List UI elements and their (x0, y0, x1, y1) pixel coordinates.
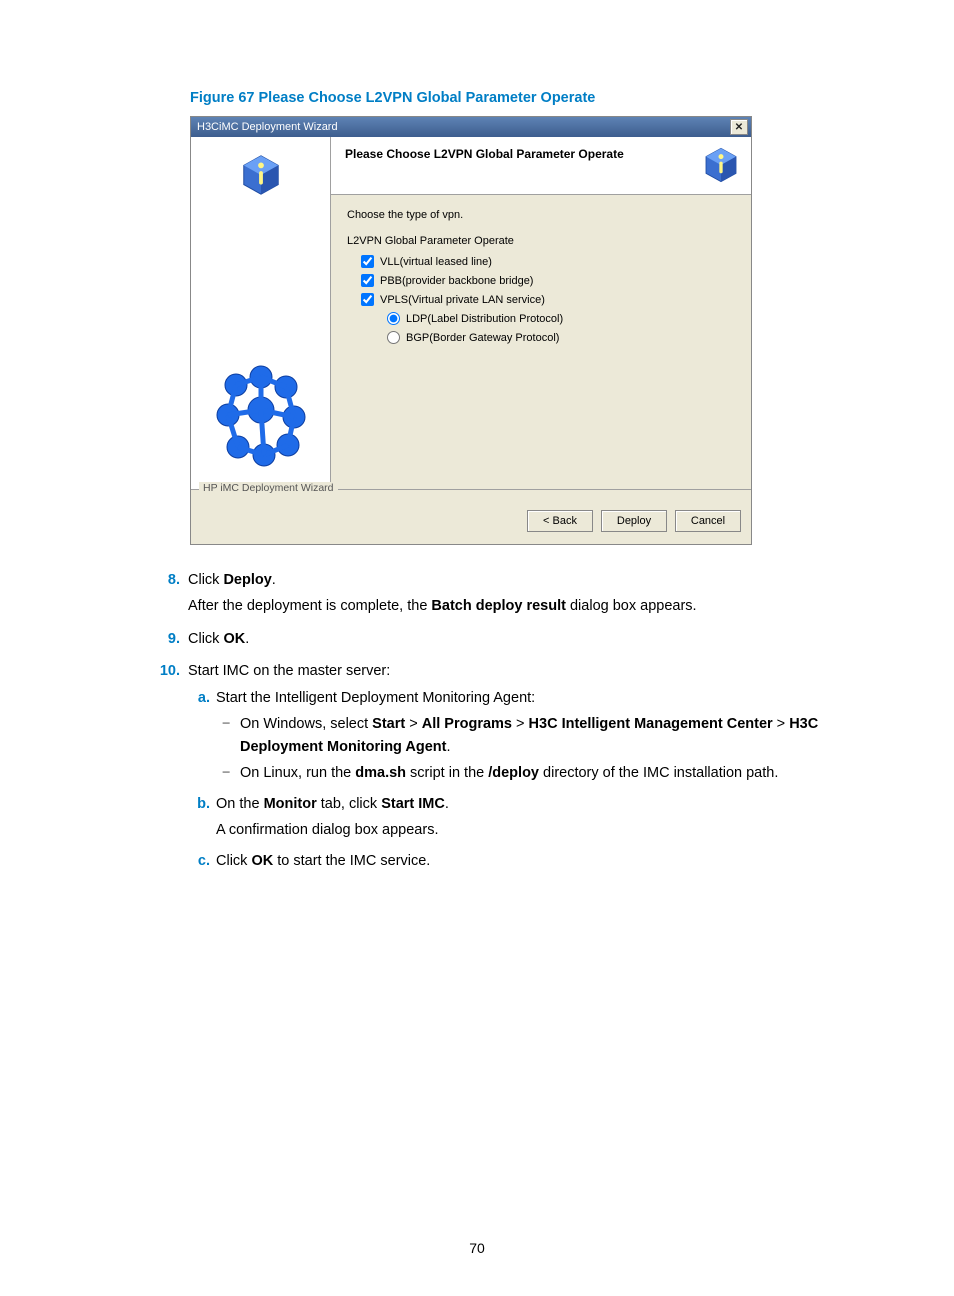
ldp-radio[interactable] (387, 312, 400, 325)
bgp-radio[interactable] (387, 331, 400, 344)
step-text: Start IMC on the master server: (188, 660, 854, 682)
vll-label: VLL(virtual leased line) (380, 256, 492, 268)
close-icon: ✕ (735, 122, 743, 133)
step-text: Click (188, 631, 223, 647)
molecule-icon (206, 355, 316, 475)
step-number: 10. (158, 660, 188, 880)
info-cube-icon (237, 151, 285, 199)
vpls-label: VPLS(Virtual private LAN service) (380, 294, 545, 306)
dialog-header: Please Choose L2VPN Global Parameter Ope… (331, 137, 751, 195)
dialog-titlebar: H3CiMC Deployment Wizard ✕ (191, 117, 751, 137)
substep-text: . (445, 796, 449, 812)
figure-caption: Figure 67 Please Choose L2VPN Global Par… (190, 90, 854, 106)
choose-vpn-text: Choose the type of vpn. (347, 209, 735, 221)
substep-text: tab, click (317, 796, 381, 812)
info-cube-icon-small (701, 145, 741, 185)
dash-text: On Linux, run the (240, 765, 355, 781)
step-number: 8. (158, 569, 188, 622)
pbb-label: PBB(provider backbone bridge) (380, 275, 533, 287)
substep-text: to start the IMC service. (273, 853, 430, 869)
vpls-checkbox[interactable] (361, 293, 374, 306)
step-text: After the deployment is complete, the (188, 598, 431, 614)
dash-text: script in the (406, 765, 488, 781)
allprograms-bold: All Programs (422, 716, 512, 732)
vll-checkbox[interactable] (361, 255, 374, 268)
dialog-title: H3CiMC Deployment Wizard (197, 121, 338, 133)
dialog-left-panel (191, 137, 331, 489)
step-number: 9. (158, 628, 188, 654)
substep-text: Click (216, 853, 251, 869)
substep-letter: a. (192, 687, 216, 789)
step-9: 9. Click OK. (158, 628, 854, 654)
dialog-header-title: Please Choose L2VPN Global Parameter Ope… (345, 147, 624, 161)
dialog-footer: HP iMC Deployment Wizard < Back Deploy C… (191, 489, 751, 544)
group-label: L2VPN Global Parameter Operate (347, 235, 735, 247)
h3c-imc-bold: H3C Intelligent Management Center (529, 716, 773, 732)
substep-b: b. On the Monitor tab, click Start IMC. … (192, 793, 854, 846)
dash-text: . (446, 739, 450, 755)
dash-text: On Windows, select (240, 716, 372, 732)
substep-c: c. Click OK to start the IMC service. (192, 850, 854, 876)
dash-text: > (773, 716, 790, 732)
monitor-bold: Monitor (264, 796, 317, 812)
close-button[interactable]: ✕ (730, 119, 748, 135)
step-text: . (272, 572, 276, 588)
step-text: dialog box appears. (566, 598, 697, 614)
bgp-label: BGP(Border Gateway Protocol) (406, 332, 559, 344)
dash-mark: − (222, 762, 240, 784)
deploy-dir-bold: /deploy (488, 765, 539, 781)
step-text: . (245, 631, 249, 647)
deployment-wizard-dialog: H3CiMC Deployment Wizard ✕ (190, 116, 752, 545)
substep-letter: c. (192, 850, 216, 876)
substep-text: A confirmation dialog box appears. (216, 819, 854, 841)
step-8: 8. Click Deploy. After the deployment is… (158, 569, 854, 622)
back-button[interactable]: < Back (527, 510, 593, 532)
dash-text: directory of the IMC installation path. (539, 765, 778, 781)
ok-bold: OK (223, 631, 245, 647)
start-bold: Start (372, 716, 405, 732)
dmash-bold: dma.sh (355, 765, 406, 781)
deploy-bold: Deploy (223, 572, 271, 588)
page-number: 70 (0, 1240, 954, 1256)
instruction-list: 8. Click Deploy. After the deployment is… (158, 569, 854, 880)
substep-a: a. Start the Intelligent Deployment Moni… (192, 687, 854, 789)
dialog-content: Choose the type of vpn. L2VPN Global Par… (345, 205, 737, 354)
startimc-bold: Start IMC (381, 796, 445, 812)
substep-text: Start the Intelligent Deployment Monitor… (216, 687, 854, 709)
dash-item-linux: − On Linux, run the dma.sh script in the… (222, 762, 854, 784)
dash-mark: − (222, 713, 240, 758)
batch-deploy-bold: Batch deploy result (431, 598, 566, 614)
cancel-button[interactable]: Cancel (675, 510, 741, 532)
dash-item-windows: − On Windows, select Start > All Program… (222, 713, 854, 758)
substep-text: On the (216, 796, 264, 812)
footer-legend: HP iMC Deployment Wizard (199, 482, 338, 494)
substep-letter: b. (192, 793, 216, 846)
dash-text: > (405, 716, 422, 732)
pbb-checkbox[interactable] (361, 274, 374, 287)
deploy-button[interactable]: Deploy (601, 510, 667, 532)
ldp-label: LDP(Label Distribution Protocol) (406, 313, 563, 325)
step-10: 10. Start IMC on the master server: a. S… (158, 660, 854, 880)
ok-bold: OK (251, 853, 273, 869)
dash-text: > (512, 716, 529, 732)
step-text: Click (188, 572, 223, 588)
